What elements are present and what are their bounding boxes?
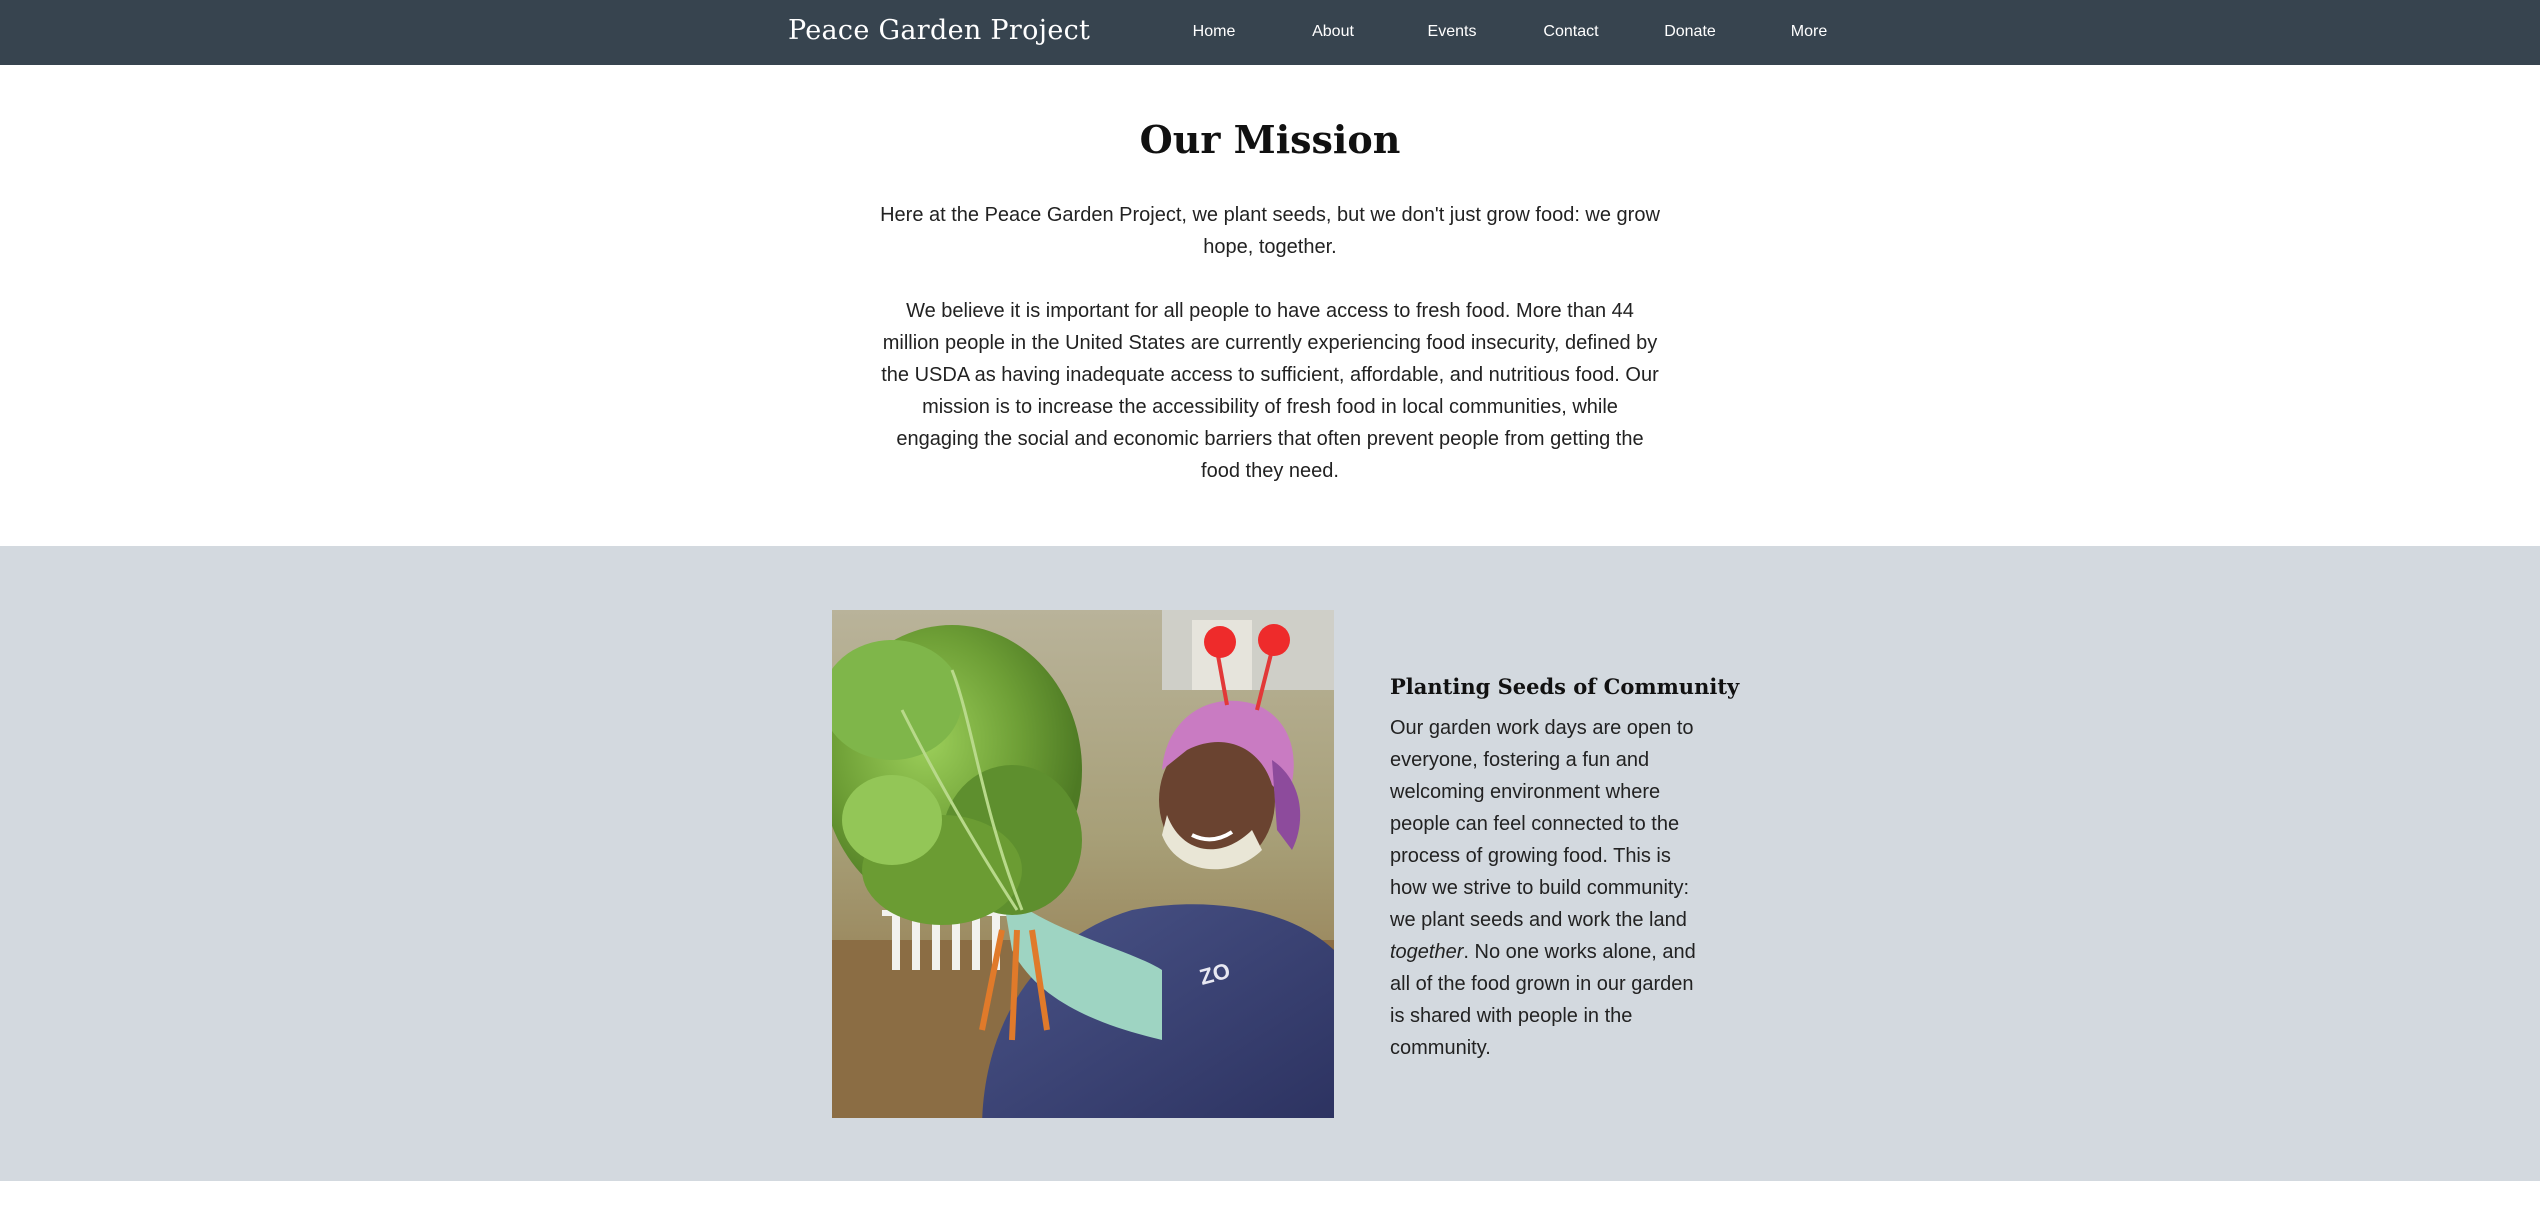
nav-donate[interactable]: Donate <box>1635 20 1745 44</box>
mission-intro: Here at the Peace Garden Project, we pla… <box>880 204 1660 258</box>
mission-title: Our Mission <box>1139 117 1401 162</box>
nav-home[interactable]: Home <box>1159 20 1269 44</box>
community-title: Planting Seeds of Community <box>1390 674 1740 699</box>
nav-more[interactable]: More <box>1754 20 1864 44</box>
page-bottom-strip <box>0 1181 2540 1221</box>
mission-section: Our Mission Here at the Peace Garden Pro… <box>0 65 2540 546</box>
site-title[interactable]: Peace Garden Project <box>788 13 1090 49</box>
mission-body: We believe it is important for all peopl… <box>881 300 1659 482</box>
nav-contact[interactable]: Contact <box>1516 20 1626 44</box>
nav-events[interactable]: Events <box>1397 20 1507 44</box>
community-body-emphasis: together <box>1390 941 1464 963</box>
gardener-photo: ZO <box>832 610 1334 1118</box>
community-body-text: Our garden work days are open to everyon… <box>1390 717 1694 931</box>
community-section: ZO Planting Seeds of Community Our garde… <box>0 546 2540 1181</box>
community-body: Our garden work days are open to everyon… <box>1390 712 1702 1064</box>
nav-about[interactable]: About <box>1278 20 1388 44</box>
site-header: Peace Garden Project Home About Events C… <box>0 0 2540 65</box>
